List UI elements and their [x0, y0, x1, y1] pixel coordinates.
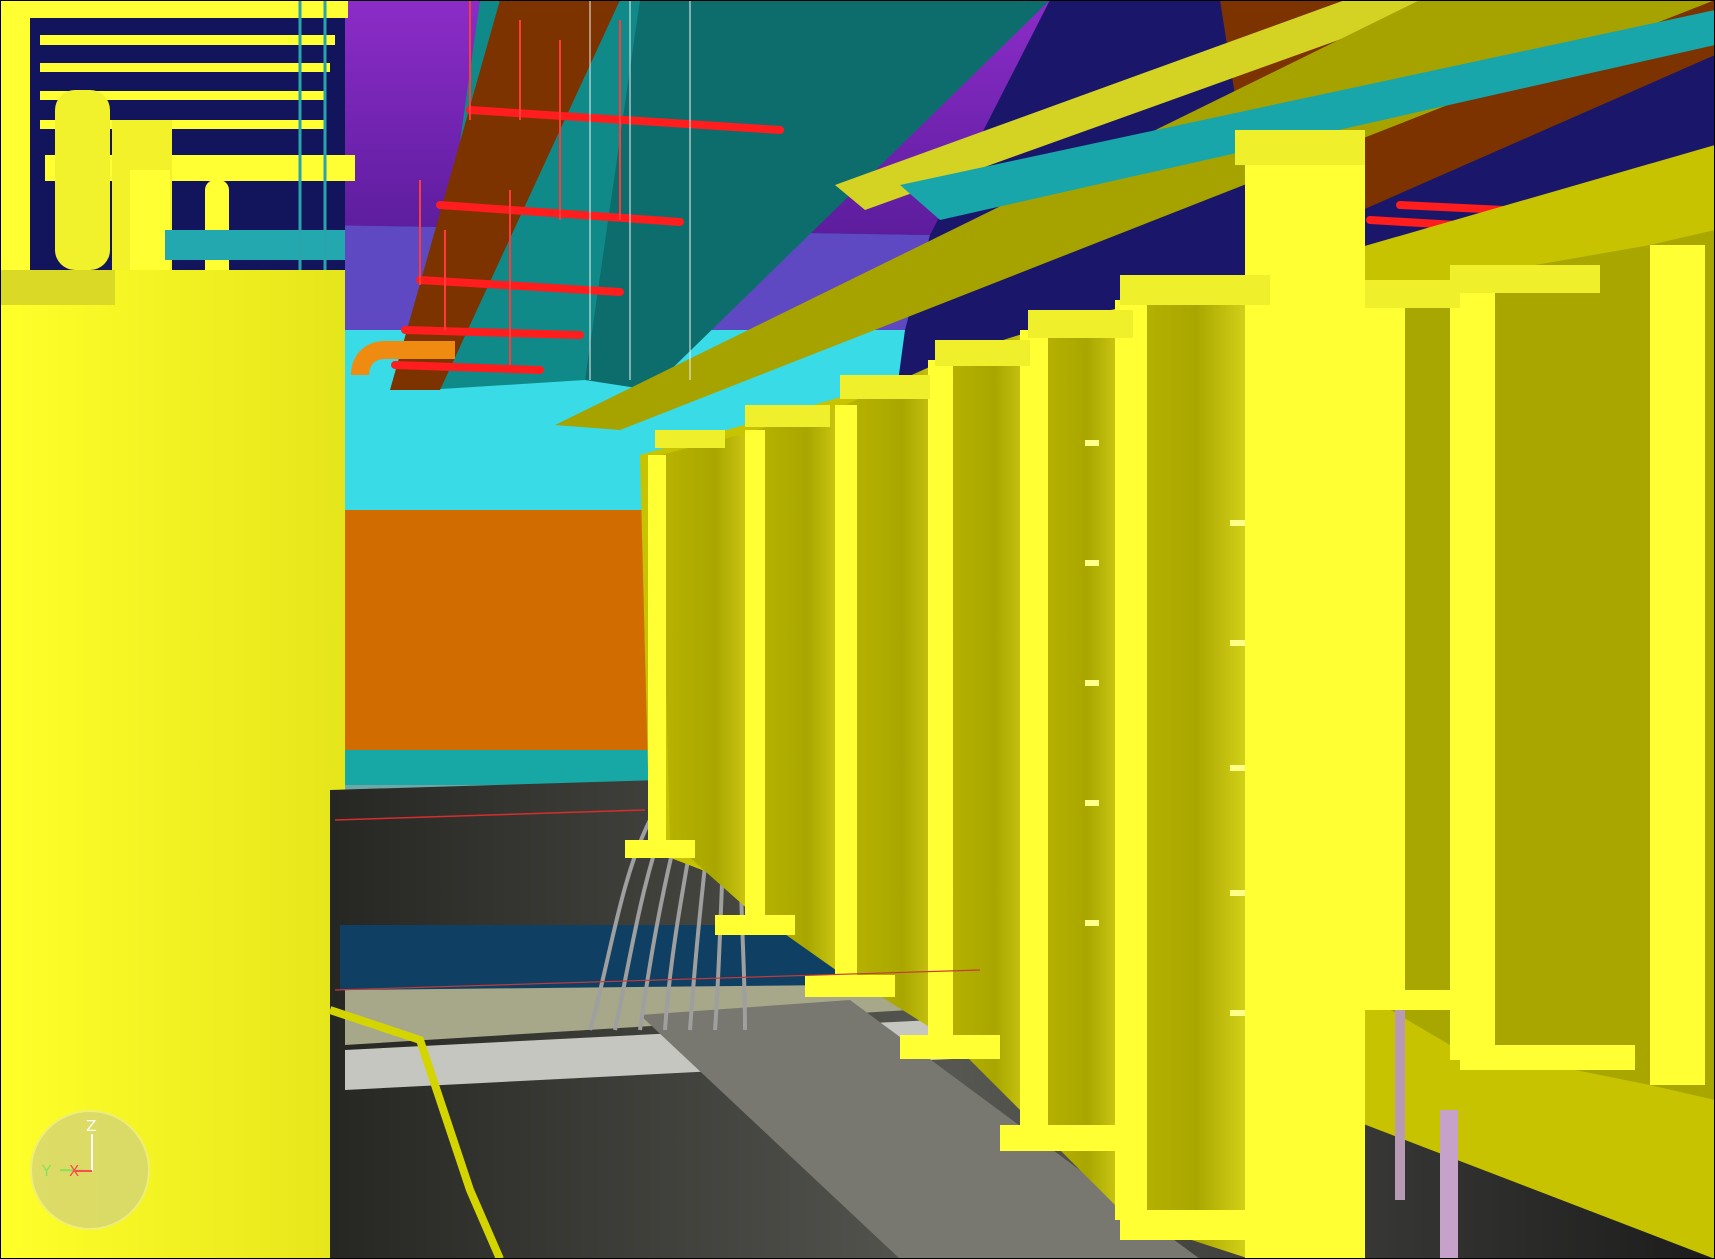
- orientation-triad[interactable]: Z Y X: [30, 1110, 150, 1230]
- orange-wall-panel: [330, 510, 650, 750]
- left-structural-frame: [0, 0, 355, 1259]
- axis-x-label: X: [69, 1162, 79, 1180]
- cabinet-top-edge: [0, 270, 115, 305]
- 3d-model-viewport[interactable]: Z Y X: [0, 0, 1715, 1259]
- frame-rail-2: [40, 63, 330, 72]
- 3d-scene-render[interactable]: [0, 0, 1715, 1259]
- frame-rail-1: [40, 35, 335, 45]
- purple-rack-post: [1440, 1110, 1458, 1259]
- left-frame-post: [0, 0, 30, 280]
- large-left-cabinet: [0, 270, 345, 1259]
- vertical-column-left: [55, 90, 110, 270]
- orientation-triad-svg[interactable]: Z Y X: [32, 1112, 152, 1232]
- axis-y-label: Y: [41, 1162, 52, 1180]
- axis-z-label: Z: [86, 1117, 96, 1135]
- left-teal-block: [165, 230, 345, 260]
- purple-grounding-rod: [1395, 1010, 1405, 1200]
